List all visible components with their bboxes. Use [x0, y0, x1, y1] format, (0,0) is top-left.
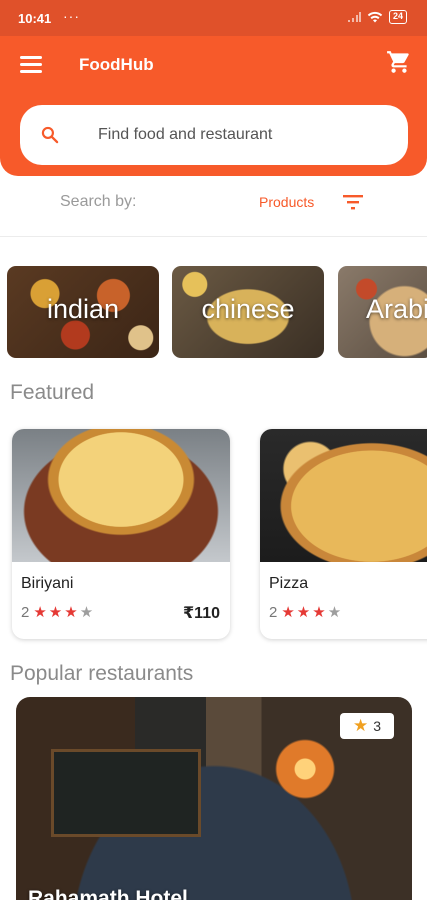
- restaurant-rating: 3: [373, 718, 382, 734]
- restaurant-card[interactable]: ★ 3 Rahamath Hotel: [16, 697, 412, 900]
- star-icon: ★: [281, 604, 295, 621]
- category-label: indian: [46, 294, 120, 324]
- rating-value: 2: [269, 604, 278, 621]
- food-name: Pizza: [269, 575, 309, 592]
- star-icon: ★: [327, 604, 342, 621]
- category-arabic[interactable]: Arabi: [338, 266, 427, 358]
- star-icon: ★: [296, 604, 311, 621]
- featured-item-pizza[interactable]: Pizza 2 ★ ★ ★ ★: [260, 429, 427, 639]
- restaurant-rating-badge: ★ 3: [340, 713, 394, 739]
- app-bar: FoodHub: [0, 36, 427, 176]
- food-name: Biriyani: [21, 575, 74, 592]
- category-label: chinese: [201, 294, 295, 324]
- rating-stars: ★ ★ ★ ★: [279, 604, 341, 621]
- featured-item-biriyani[interactable]: Biriyani 2 ★ ★ ★ ★ ₹110: [12, 429, 230, 639]
- food-rating: 2 ★ ★ ★ ★: [21, 604, 93, 621]
- food-image: [260, 429, 427, 562]
- star-icon: ★: [352, 716, 369, 735]
- star-icon: ★: [312, 604, 326, 621]
- filter-icon[interactable]: [342, 193, 364, 211]
- battery-indicator: 24: [388, 10, 407, 24]
- divider: [0, 236, 427, 237]
- status-bar: 10:41 ··· 24: [0, 0, 427, 36]
- food-rating: 2 ★ ★ ★ ★: [269, 604, 341, 621]
- food-image: [12, 429, 230, 562]
- menu-button[interactable]: [20, 56, 42, 74]
- search-input[interactable]: [98, 119, 388, 151]
- app-title: FoodHub: [79, 55, 154, 74]
- star-icon: ★: [33, 604, 47, 621]
- status-time: 10:41: [18, 11, 52, 26]
- status-dots: ···: [63, 8, 80, 24]
- rating-stars: ★ ★ ★ ★: [31, 604, 93, 621]
- search-icon[interactable]: [40, 125, 60, 145]
- signal-icon: [347, 12, 361, 22]
- cart-button[interactable]: [386, 49, 412, 75]
- rating-value: 2: [21, 604, 30, 621]
- featured-title: Featured: [10, 381, 95, 404]
- star-icon: ★: [79, 604, 94, 621]
- search-box[interactable]: [20, 105, 408, 165]
- restaurant-image: [51, 749, 201, 837]
- category-chinese[interactable]: chinese: [172, 266, 324, 358]
- search-by-label: Search by:: [60, 193, 137, 210]
- star-icon: ★: [48, 604, 63, 621]
- star-icon: ★: [64, 604, 78, 621]
- system-icons: 24: [347, 10, 407, 24]
- restaurant-name: Rahamath Hotel: [28, 887, 188, 900]
- wifi-icon: [367, 11, 383, 23]
- food-price: ₹110: [183, 605, 220, 622]
- category-indian[interactable]: indian: [7, 266, 159, 358]
- menu-icon: [20, 56, 42, 73]
- popular-title: Popular restaurants: [10, 662, 194, 685]
- search-by-value: Products: [259, 194, 315, 210]
- search-by-dropdown[interactable]: Products: [256, 184, 370, 220]
- category-label: Arabi: [366, 294, 427, 324]
- cart-icon: [387, 51, 409, 73]
